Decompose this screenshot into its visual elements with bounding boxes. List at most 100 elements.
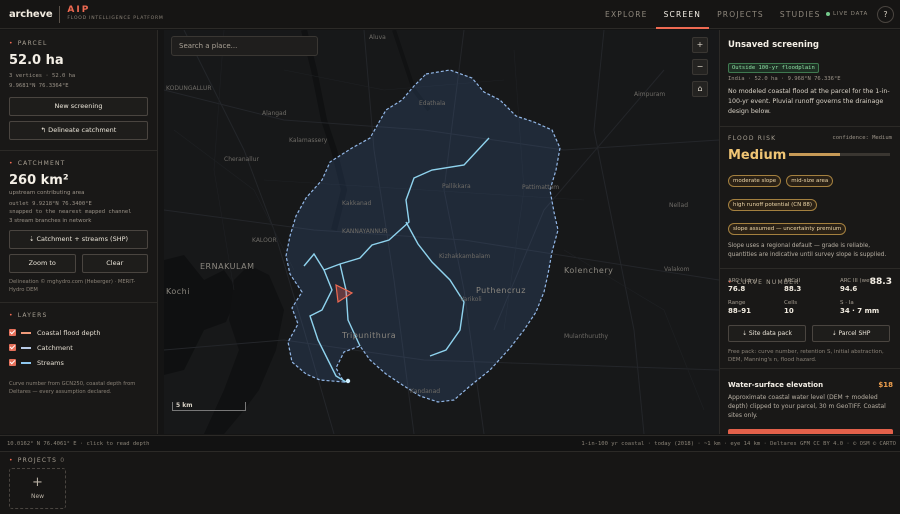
new-screening-button[interactable]: New screening	[9, 97, 148, 116]
layer-swatch	[21, 331, 31, 334]
catchment-branches: 3 stream branches in network	[9, 218, 92, 224]
screening-title: Unsaved screening	[728, 40, 820, 50]
layer-coastal-flood-depth[interactable]: Coastal flood depth	[0, 325, 157, 340]
parcel-shp-button[interactable]: ⇣ Parcel SHP	[812, 325, 890, 342]
nav-screen[interactable]: SCREEN	[655, 0, 710, 29]
zoom-out-button[interactable]: −	[692, 59, 708, 75]
search-input[interactable]: Search a place...	[171, 36, 318, 56]
map-view[interactable]: Kochi ERNAKULAM Aluva KODUNGALLUR Edatha…	[164, 30, 719, 434]
arc3: ARC III (wet) 94.6	[840, 278, 874, 293]
bullet-icon: •	[9, 457, 14, 464]
parcel-heading: • PARCEL	[9, 40, 48, 47]
checkbox[interactable]	[9, 359, 16, 366]
buy-button[interactable]	[728, 429, 893, 434]
live-label: LIVE DATA	[833, 11, 869, 17]
water-surface-title: Water-surface elevation	[728, 381, 824, 389]
flood-risk-heading: FLOOD RISK	[728, 135, 777, 142]
layer-streams[interactable]: Streams	[0, 355, 157, 370]
parcel-area: 52.0 ha	[9, 53, 64, 68]
site-data-pack-button[interactable]: ⇣ Site data pack	[728, 325, 806, 342]
cn-cells: Cells 10	[784, 300, 798, 315]
water-surface-header: Water-surface elevation $18	[728, 381, 893, 389]
retention-s: S · Ia 34 · 7 mm	[840, 300, 880, 315]
floodplain-badge: Outside 100-yr floodplain	[728, 63, 819, 73]
nav-explore[interactable]: EXPLORE	[597, 0, 656, 29]
water-surface-desc: Approximate coastal water level (DEM + m…	[728, 394, 886, 419]
brand-product: AIP FLOOD INTELLIGENCE PLATFORM	[67, 6, 163, 22]
download-catchment-button[interactable]: ⇣ Catchment + streams (SHP)	[9, 230, 148, 249]
place-label: Pattimattom	[522, 184, 560, 191]
risk-chip: high runoff potential (CN 88)	[728, 199, 818, 211]
clear-button[interactable]: Clear	[81, 254, 148, 273]
slope-note: Slope uses a regional default — grade is…	[728, 243, 887, 258]
place-label: Valakom	[664, 266, 690, 273]
catchment-area: 260 km²	[9, 173, 69, 188]
place-label: KANNAYANNUR	[342, 228, 388, 235]
zoom-in-button[interactable]: +	[692, 37, 708, 53]
delineate-catchment-button[interactable]: ↰ Delineate catchment	[9, 121, 148, 140]
new-project-card[interactable]: + New	[9, 468, 66, 509]
home-button[interactable]: ⌂	[692, 81, 708, 97]
delineation-credit: Delineation © mghydro.com (Heberger) · M…	[9, 279, 136, 293]
zoom-to-button[interactable]: Zoom to	[9, 254, 76, 273]
brand[interactable]: archeve AIP FLOOD INTELLIGENCE PLATFORM	[0, 0, 164, 29]
layer-catchment[interactable]: Catchment	[0, 340, 157, 355]
cn-range: Range 88–91	[728, 300, 751, 315]
place-label: Puthencruz	[476, 286, 526, 295]
parcel-vertices: 3 vertices · 52.0 ha	[9, 73, 76, 79]
place-label: Kolenchery	[564, 266, 614, 275]
help-button[interactable]: ?	[877, 6, 894, 23]
place-label: Alangad	[262, 110, 287, 117]
place-label: Kochi	[166, 287, 190, 296]
place-label: Edathala	[419, 100, 446, 107]
layer-swatch	[21, 346, 31, 349]
brand-name: archeve	[9, 8, 53, 20]
place-label: Nellad	[669, 202, 688, 209]
place-label: Cheranallur	[224, 156, 259, 163]
place-label: Kandanad	[410, 388, 441, 395]
catchment-snapped: snapped to the nearest mapped channel	[9, 209, 132, 215]
nav-studies[interactable]: STUDIES	[772, 0, 829, 29]
bullet-icon: •	[9, 312, 14, 319]
status-bar: 10.0162° N 76.4061° E · click to read de…	[0, 435, 900, 452]
map-attribution: 1-in-100 yr coastal · today (2018) · ~1 …	[581, 441, 896, 447]
layer-swatch	[21, 361, 31, 364]
place-label: Aluva	[369, 34, 386, 41]
checkbox[interactable]	[9, 344, 16, 351]
map-scale: 5 km	[172, 402, 246, 411]
place-label: ERNAKULAM	[200, 262, 255, 271]
product-subtitle: FLOOD INTELLIGENCE PLATFORM	[67, 16, 164, 21]
catchment-heading: • CATCHMENT	[9, 160, 66, 167]
outlet-point[interactable]	[345, 378, 351, 384]
risk-chip: mid-size area	[786, 175, 834, 187]
right-panel: Unsaved screening Outside 100-yr floodpl…	[719, 30, 900, 434]
layers-note: Curve number from GCN250, coastal depth …	[9, 381, 136, 395]
place-label: Kizhakkambalam	[439, 253, 491, 260]
risk-bar-fill	[789, 153, 840, 156]
nav-projects[interactable]: PROJECTS	[709, 0, 772, 29]
catchment-outlet: outlet 9.9218°N 76.3400°E	[9, 201, 92, 207]
risk-bar	[789, 153, 890, 156]
live-dot-icon	[826, 11, 830, 16]
water-surface-price: $18	[878, 381, 893, 389]
projects-drawer: • PROJECTS 0 + New	[0, 452, 900, 514]
bullet-icon: •	[9, 40, 14, 47]
new-project-label: New	[30, 493, 45, 500]
risk-chip: moderate slope	[728, 175, 782, 187]
divider	[720, 368, 900, 369]
place-label: Kakkanad	[342, 200, 372, 207]
checkbox[interactable]	[9, 329, 16, 336]
catchment-subtitle: upstream contributing area	[9, 190, 85, 196]
place-label: Pallikkara	[442, 183, 471, 190]
layers-heading: • LAYERS	[9, 312, 48, 319]
top-bar: archeve AIP FLOOD INTELLIGENCE PLATFORM …	[0, 0, 900, 29]
place-label: Mulanthuruthy	[564, 333, 609, 340]
screening-summary: No modeled coastal flood at the parcel f…	[728, 88, 890, 115]
risk-factors: moderate slope mid-size area high runoff…	[720, 167, 900, 239]
left-panel: • PARCEL 52.0 ha 3 vertices · 52.0 ha 9.9…	[0, 30, 158, 434]
place-label: KALOOR	[252, 237, 277, 244]
flood-risk-header: FLOOD RISK confidence: Medium	[720, 135, 900, 142]
place-label: KODUNGALLUR	[166, 85, 212, 92]
free-pack-note: Free pack: curve number, retention S, in…	[728, 349, 884, 363]
bullet-icon: •	[9, 160, 14, 167]
